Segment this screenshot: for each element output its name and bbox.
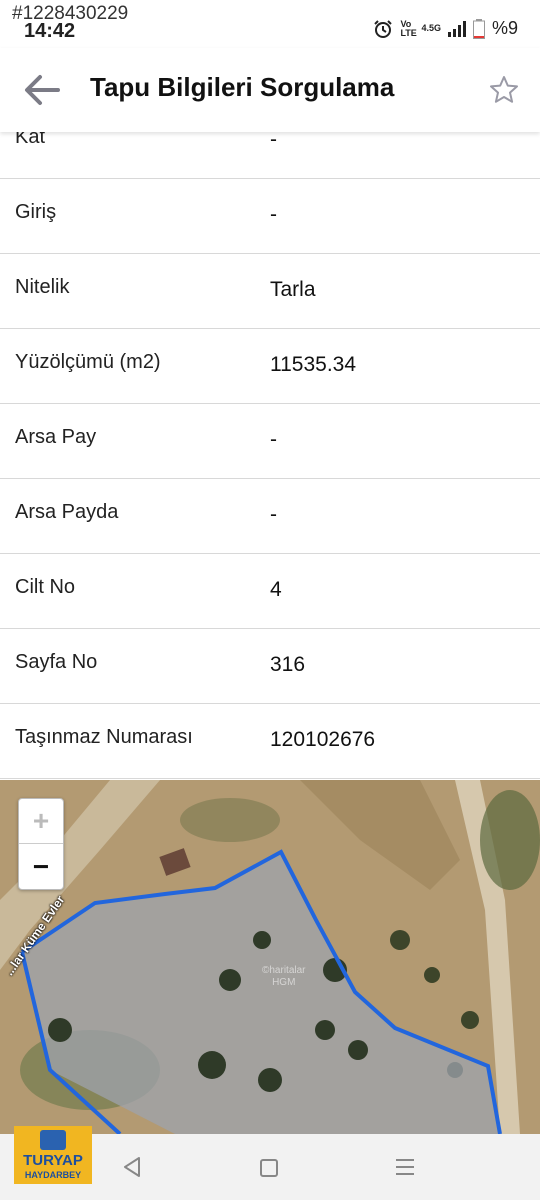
info-row-cilt-no: Cilt No 4 [0,554,540,629]
row-value: 120102676 [270,728,376,751]
info-row-yuzolcumu: Yüzölçümü (m2) 11535.34 [0,329,540,404]
info-row-sayfa-no: Sayfa No 316 [0,629,540,704]
volte-indicator: Vo LTE [400,18,417,38]
app-bar: Tapu Bilgileri Sorgulama [0,48,540,132]
row-value: Tarla [270,278,316,301]
row-label: Arsa Pay [15,426,97,448]
row-value: - [270,203,277,226]
satellite-imagery [0,780,540,1134]
row-label: Kat [15,132,46,148]
row-value: 316 [270,653,306,676]
status-time: 14:42 [24,20,76,42]
status-icons: Vo LTE 4.5G %9 [373,18,518,39]
favorite-star-icon[interactable] [488,74,520,106]
map-watermark-line1: ©haritalar [262,965,306,976]
back-arrow-icon[interactable] [22,72,62,108]
page-title: Tapu Bilgileri Sorgulama [90,72,395,102]
nav-recents-icon[interactable] [395,1158,415,1176]
row-value: 4 [270,578,282,601]
parcel-map[interactable]: ©haritalar HGM ...lar Küme Evler + − [0,780,540,1134]
signal-icon [447,20,466,37]
row-label: Yüzölçümü (m2) [15,351,161,373]
logo-brand-text: TURYAP [23,1152,83,1169]
brand-watermark-logo: TURYAP HAYDARBEY [14,1126,92,1184]
nav-back-icon[interactable] [122,1156,142,1178]
row-value: - [270,503,277,526]
nav-home-icon[interactable] [260,1159,278,1177]
row-label: Sayfa No [15,651,98,673]
battery-icon [472,18,485,39]
network-type: 4.5G [421,23,441,33]
info-row-tasinmaz-numarasi: Taşınmaz Numarası 120102676 [0,704,540,779]
zoom-in-button[interactable]: + [19,799,63,844]
row-value: - [270,132,277,151]
row-label: Nitelik [15,276,70,298]
map-watermark: ©haritalar HGM [262,965,306,989]
info-row-giris: Giriş - [0,179,540,254]
battery-level: %9 [491,18,518,38]
logo-hand-icon [40,1130,66,1150]
row-label: Taşınmaz Numarası [15,726,193,748]
row-label: Cilt No [15,576,76,598]
row-label: Arsa Payda [15,501,119,523]
parcel-info-list: Kat - Giriş - Nitelik Tarla Yüzölçümü (m… [0,132,540,780]
info-row-nitelik: Nitelik Tarla [0,254,540,329]
logo-sub-text: HAYDARBEY [24,1170,82,1180]
info-row-kat: Kat - [0,132,540,179]
map-watermark-line2: HGM [272,977,296,988]
row-label: Giriş [15,201,57,223]
alarm-icon [374,19,393,38]
row-value: 11535.34 [270,353,357,376]
zoom-out-button[interactable]: − [19,844,63,889]
info-row-arsa-pay: Arsa Pay - [0,404,540,479]
row-value: - [270,428,277,451]
status-bar: #1228430229 14:42 Vo LTE 4.5G %9 [0,0,540,48]
info-row-arsa-payda: Arsa Payda - [0,479,540,554]
zoom-control: + − [18,798,64,890]
